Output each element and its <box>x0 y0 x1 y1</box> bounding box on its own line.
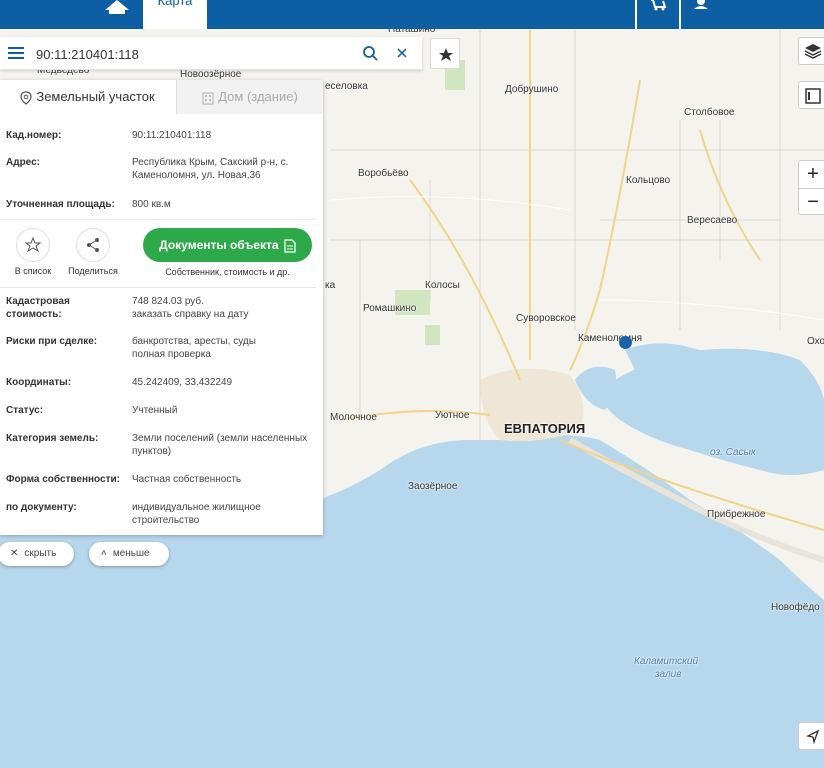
cad-number-link[interactable]: 90:11:210401:118 <box>132 129 312 142</box>
coordinates-value: 45.242409, 33.432249 <box>132 377 233 388</box>
place-veresaevo: Вересаево <box>687 215 738 226</box>
menu-icon[interactable] <box>8 46 24 60</box>
place-novofedorovka: Новофёдо <box>771 602 820 613</box>
place-suvorovskoe: Суворовское <box>516 313 576 324</box>
layers-button[interactable] <box>798 37 824 65</box>
location-marker[interactable] <box>619 336 632 349</box>
divider <box>0 287 316 288</box>
top-navbar: Карта <box>0 0 824 29</box>
cad-number-label: Кад.номер: <box>6 130 62 141</box>
place-pribrezhnoe: Прибрежное <box>707 509 766 520</box>
place-kalamit-bay-1: Каламитский <box>634 656 699 667</box>
divider <box>0 219 316 220</box>
cart-button[interactable] <box>638 0 678 29</box>
share-label: Поделиться <box>68 266 118 276</box>
risks-value: банкротства, аресты, суды <box>132 336 256 347</box>
close-icon: ✕ <box>10 548 19 559</box>
add-to-list-button[interactable]: В список <box>3 228 63 276</box>
address-value: Республика Крым, Сакский р-н, с. Каменол… <box>132 157 289 181</box>
place-kolosy: Колосы <box>425 280 460 291</box>
place-veselovka: еселовка <box>325 81 368 92</box>
close-icon[interactable] <box>395 46 409 60</box>
share-button[interactable]: Поделиться <box>63 228 123 276</box>
place-vorobyevo: Воробьёво <box>358 168 409 179</box>
full-check-link[interactable]: полная проверка <box>132 348 312 361</box>
search-icon[interactable] <box>362 45 378 61</box>
by-document-value: индивидуальное жилищное строительство <box>132 502 261 526</box>
by-document-label: по документу: <box>6 502 77 513</box>
place-utyonoe: Уютное <box>435 410 470 421</box>
land-category-label: Категория земель: <box>6 433 99 444</box>
zoom-in-button[interactable]: + <box>799 161 824 188</box>
user-button[interactable] <box>682 0 722 29</box>
tab-map[interactable]: Карта <box>143 0 207 29</box>
divider <box>635 0 637 29</box>
ownership-value: Частная собственность <box>132 474 242 485</box>
document-icon <box>284 239 296 253</box>
place-molochnoe: Молочное <box>330 412 377 423</box>
star-icon <box>439 48 453 61</box>
place-romashkino: Ромашкино <box>363 303 417 314</box>
place-kamenolomnya: Каменоломня <box>578 333 643 344</box>
coordinates-label: Координаты: <box>6 377 72 388</box>
place-oz-sasyk: оз. Сасык <box>710 447 756 458</box>
area-label: Уточненная площадь: <box>6 199 115 210</box>
ownership-label: Форма собственности: <box>6 474 120 485</box>
cart-icon <box>651 0 667 11</box>
share-icon <box>87 238 99 252</box>
search-bar <box>0 37 422 70</box>
place-okho: Охо <box>807 336 824 347</box>
ruler-icon <box>805 88 821 104</box>
divider <box>679 0 681 29</box>
place-zaozernoe: Заозёрное <box>408 481 458 492</box>
zoom-control: + − <box>798 160 824 215</box>
place-stolbovoe: Столбовое <box>684 107 735 118</box>
order-certificate-link[interactable]: заказать справку на дату <box>132 308 312 321</box>
tab-land-plot[interactable]: Земельный участок <box>0 80 175 114</box>
status-label: Статус: <box>6 405 44 416</box>
hide-panel-button[interactable]: ✕ скрыть <box>0 542 74 566</box>
place-koltsovo: Кольцово <box>626 175 671 186</box>
cad-value-label: Кадастровая стоимость: <box>6 296 70 320</box>
navigation-arrow-icon <box>806 729 820 745</box>
ruler-button[interactable] <box>798 81 824 109</box>
place-novoozernoe: Новоозёрное <box>180 69 242 80</box>
search-input[interactable] <box>36 44 336 64</box>
status-value: Учтенный <box>132 405 178 416</box>
star-outline-icon <box>24 236 42 253</box>
geolocation-button[interactable] <box>798 722 824 750</box>
place-dobrushino: Добрушино <box>505 84 559 95</box>
object-info-panel: Земельный участок Дом (здание) Кад.номер… <box>0 80 323 535</box>
area-value: 800 кв.м <box>132 199 171 210</box>
add-to-list-label: В список <box>14 266 52 276</box>
address-label: Адрес: <box>6 157 40 168</box>
home-icon <box>105 0 129 14</box>
location-pin-icon <box>20 90 32 105</box>
user-icon <box>694 0 708 9</box>
zoom-out-button[interactable]: − <box>799 189 824 216</box>
object-documents-subtitle: Собственник, стоимость и др. <box>165 267 290 277</box>
favorite-button[interactable] <box>430 38 460 69</box>
building-icon <box>202 91 214 105</box>
risks-label: Риски при сделке: <box>6 336 98 347</box>
place-kalamit-bay-2: залив <box>655 669 682 680</box>
chevron-up-icon: ˄ <box>101 548 107 559</box>
object-documents-label: Документы объекта <box>159 238 279 252</box>
layers-icon <box>804 44 822 59</box>
tab-house[interactable]: Дом (здание) <box>176 80 323 114</box>
land-category-value: Земли поселений (земли населенных пункто… <box>132 433 308 457</box>
home-button[interactable] <box>100 0 134 20</box>
panel-tabs: Земельный участок Дом (здание) <box>0 80 323 114</box>
object-documents-button[interactable]: Документы объекта <box>143 228 312 262</box>
place-ka: ка <box>325 280 336 291</box>
show-less-button[interactable]: ˄ меньше <box>89 542 169 566</box>
cad-value: 748 824.03 руб. <box>132 296 204 307</box>
place-evpatoria: ЕВПАТОРИЯ <box>504 421 586 436</box>
